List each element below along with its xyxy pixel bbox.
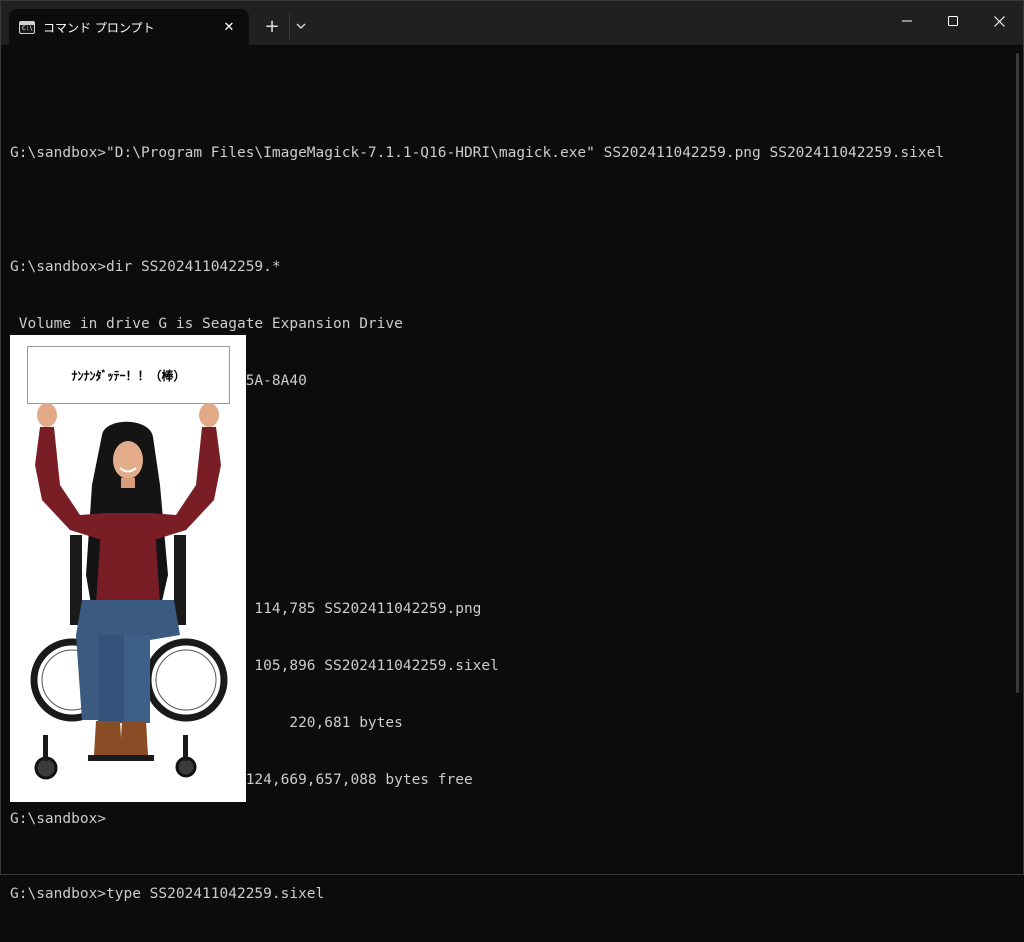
terminal-line: G:\sandbox>type SS202411042259.sixel — [10, 886, 325, 902]
scrollbar[interactable] — [1016, 53, 1019, 693]
maximize-button[interactable] — [930, 1, 976, 41]
close-window-button[interactable] — [976, 1, 1022, 41]
tab-title: コマンド プロンプト — [43, 20, 155, 35]
sixel-image: ﾅﾝﾅﾝﾀﾞｯﾃｰ！！（棒） — [10, 335, 246, 802]
new-tab-button[interactable]: + — [259, 13, 285, 39]
title-bar[interactable]: C:\ コマンド プロンプト ✕ + — [1, 1, 1023, 45]
profile-dropdown-button[interactable] — [289, 13, 312, 39]
person-in-wheelchair-illustration — [30, 403, 228, 780]
terminal-line: G:\sandbox>"D:\Program Files\ImageMagick… — [10, 145, 945, 161]
minimize-icon — [902, 20, 912, 22]
close-icon — [993, 15, 1005, 27]
close-tab-icon[interactable]: ✕ — [215, 15, 243, 39]
current-prompt[interactable]: G:\sandbox> — [10, 810, 106, 829]
chevron-down-icon — [296, 23, 306, 29]
command-prompt-icon: C:\ — [19, 20, 35, 34]
maximize-icon — [948, 16, 958, 26]
terminal-window: C:\ コマンド プロンプト ✕ + G:\sandbox>"D:\Progra… — [0, 0, 1024, 902]
tab-command-prompt[interactable]: C:\ コマンド プロンプト ✕ — [9, 9, 249, 45]
minimize-button[interactable] — [884, 1, 930, 41]
terminal-line: G:\sandbox>dir SS202411042259.* — [10, 259, 281, 275]
terminal-line: Volume in drive G is Seagate Expansion D… — [10, 316, 403, 332]
